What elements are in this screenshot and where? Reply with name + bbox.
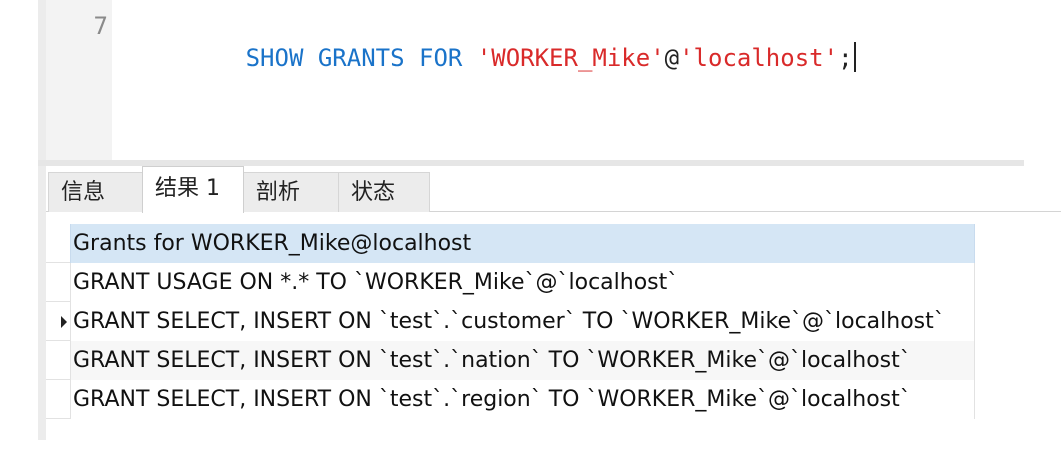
text-caret (853, 42, 856, 72)
sql-statement[interactable]: SHOW GRANTS FOR 'WORKER_Mike'@'localhost… (130, 10, 856, 106)
table-cell[interactable]: GRANT USAGE ON *.* TO `WORKER_Mike`@`loc… (70, 263, 975, 302)
column-header-row: Grants for WORKER_Mike@localhost (46, 224, 975, 263)
tab-result-1[interactable]: 结果 1 (142, 166, 244, 213)
query-window: 7 SHOW GRANTS FOR 'WORKER_Mike'@'localho… (0, 0, 1061, 449)
line-number: 7 (93, 12, 108, 40)
tab-profile[interactable]: 剖析 (243, 172, 339, 212)
row-indicator[interactable] (46, 380, 70, 419)
code-line[interactable]: 7 SHOW GRANTS FOR 'WORKER_Mike'@'localho… (46, 10, 1061, 72)
sql-token-keyword: FOR (419, 44, 463, 72)
result-tab-bar: 信息 结果 1 剖析 状态 (46, 166, 1061, 213)
sql-token-keyword: SHOW (245, 44, 304, 72)
tab-info[interactable]: 信息 (48, 172, 143, 212)
result-grid[interactable]: Grants for WORKER_Mike@localhost GRANT U… (46, 212, 1061, 440)
sql-token-space (405, 44, 419, 72)
row-indicator[interactable] (46, 341, 70, 380)
row-indicator (46, 224, 70, 263)
grants-table: Grants for WORKER_Mike@localhost GRANT U… (46, 224, 975, 419)
row-indicator[interactable] (46, 263, 70, 302)
sql-token-string: 'WORKER_Mike' (476, 44, 665, 72)
column-header[interactable]: Grants for WORKER_Mike@localhost (70, 224, 975, 263)
sql-token-string: 'localhost' (679, 44, 839, 72)
sql-editor[interactable]: 7 SHOW GRANTS FOR 'WORKER_Mike'@'localho… (46, 0, 1061, 160)
tab-status[interactable]: 状态 (338, 172, 430, 212)
left-gutter-strip (38, 0, 46, 440)
table-cell[interactable]: GRANT SELECT, INSERT ON `test`.`nation` … (70, 341, 975, 380)
sql-token-semicolon: ; (838, 44, 853, 72)
table-row-current[interactable]: GRANT SELECT, INSERT ON `test`.`customer… (46, 302, 975, 341)
table-row[interactable]: GRANT SELECT, INSERT ON `test`.`region` … (46, 380, 975, 419)
sql-token-keyword: GRANTS (317, 44, 405, 72)
table-row[interactable]: GRANT SELECT, INSERT ON `test`.`nation` … (46, 341, 975, 380)
sql-token-space (462, 44, 476, 72)
sql-token-at: @ (664, 44, 680, 72)
current-row-arrow-icon (61, 316, 67, 328)
table-cell[interactable]: GRANT SELECT, INSERT ON `test`.`region` … (70, 380, 975, 419)
sql-token-space (303, 44, 317, 72)
table-cell[interactable]: GRANT SELECT, INSERT ON `test`.`customer… (70, 302, 975, 341)
row-indicator[interactable] (46, 302, 70, 341)
table-row[interactable]: GRANT USAGE ON *.* TO `WORKER_Mike`@`loc… (46, 263, 975, 302)
